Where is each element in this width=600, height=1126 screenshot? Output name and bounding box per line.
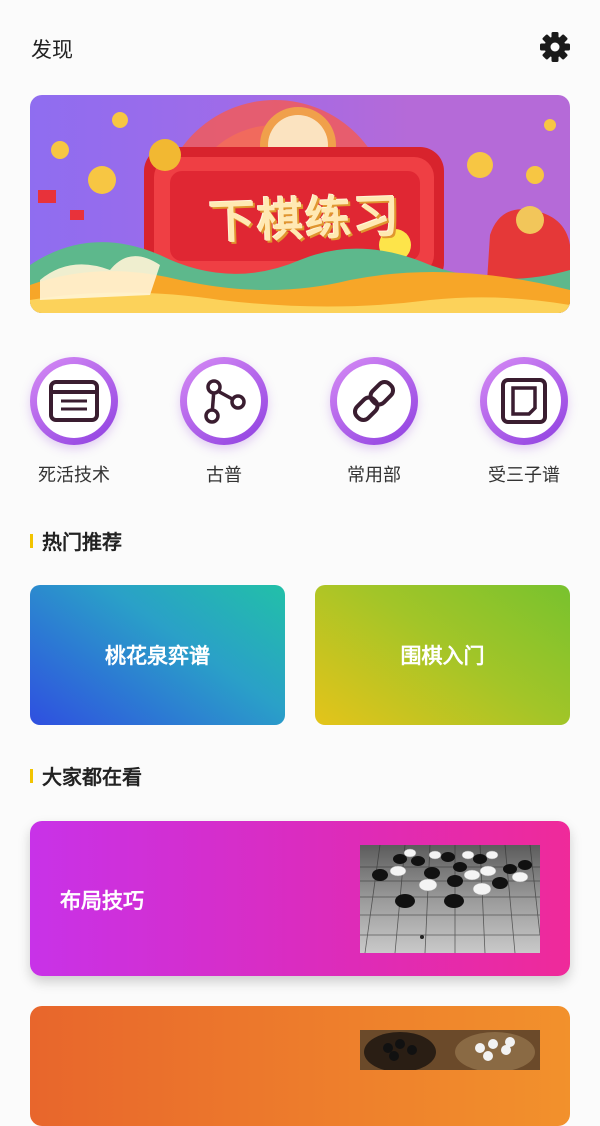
hot-section-header: 热门推荐 bbox=[30, 526, 122, 555]
quick-link-label: 死活技术 bbox=[38, 465, 110, 486]
share-nodes-icon bbox=[204, 379, 246, 424]
watch-card-second[interactable] bbox=[30, 1006, 570, 1126]
quick-link-classic[interactable]: 古普 bbox=[174, 357, 274, 487]
quick-link-ring bbox=[330, 357, 418, 445]
watch-card-opening-skills[interactable]: 布局技巧 bbox=[30, 821, 570, 976]
banner-title: 下棋练习 bbox=[208, 188, 402, 250]
quick-link-ring bbox=[480, 357, 568, 445]
watching-section-header: 大家都在看 bbox=[30, 761, 142, 790]
go-bowls-image bbox=[360, 1030, 540, 1070]
quick-link-label: 常用部 bbox=[347, 465, 401, 486]
section-accent-bar bbox=[30, 768, 33, 783]
quick-link-life-death[interactable]: 死活技术 bbox=[24, 357, 124, 487]
hot-card-go-intro[interactable]: 围棋入门 bbox=[315, 585, 570, 725]
browser-window-icon bbox=[49, 380, 99, 422]
go-board-image bbox=[360, 845, 540, 953]
hot-card-taohuaquan[interactable]: 桃花泉弈谱 bbox=[30, 585, 285, 725]
section-title: 热门推荐 bbox=[42, 530, 122, 554]
section-accent-bar bbox=[30, 533, 33, 548]
watch-card-title: 布局技巧 bbox=[60, 889, 144, 913]
hot-card-label: 桃花泉弈谱 bbox=[105, 644, 210, 668]
page-title: 发现 bbox=[31, 38, 73, 62]
quick-link-label: 古普 bbox=[206, 465, 242, 486]
quick-link-common[interactable]: 常用部 bbox=[324, 357, 424, 487]
link-chain-icon bbox=[352, 379, 396, 423]
quick-link-ring bbox=[180, 357, 268, 445]
quick-link-three-stones[interactable]: 受三子谱 bbox=[474, 357, 574, 487]
gear-icon bbox=[540, 32, 570, 62]
quick-link-label: 受三子谱 bbox=[488, 465, 560, 486]
section-title: 大家都在看 bbox=[42, 765, 142, 789]
top-bar: 发现 bbox=[0, 0, 600, 96]
promo-banner[interactable]: 下棋练习 bbox=[30, 95, 570, 313]
quick-link-ring bbox=[30, 357, 118, 445]
settings-button[interactable] bbox=[538, 30, 572, 64]
frame-square-icon bbox=[501, 378, 547, 424]
hot-card-label: 围棋入门 bbox=[400, 644, 485, 668]
